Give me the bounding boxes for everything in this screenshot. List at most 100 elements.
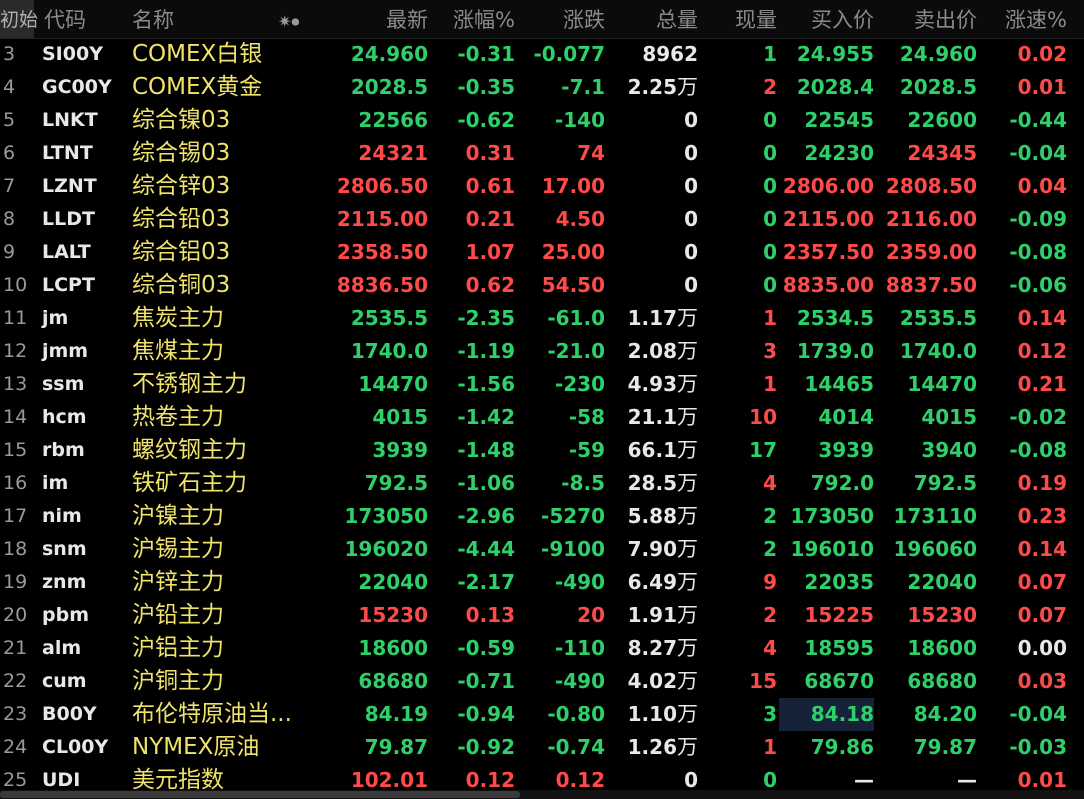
row-index: 24: [3, 736, 28, 758]
row-index: 12: [3, 340, 28, 362]
row-index: 19: [3, 571, 28, 593]
table-row[interactable]: 15 rbm 螺纹钢主力 3939 -1.48 -59 66.1万 17 3939 3940 -0.…: [0, 434, 1084, 467]
table-row[interactable]: 18 snm 沪锡主力 196020 -4.44 -9100 7.90万 2 196010 196…: [0, 533, 1084, 566]
header-vol[interactable]: 总量: [608, 0, 698, 38]
total-volume: 0: [608, 137, 698, 170]
volume-unit: 万: [677, 735, 698, 759]
header-chg[interactable]: 涨跌: [518, 0, 605, 38]
table-row[interactable]: 13 ssm 不锈钢主力 14470 -1.56 -230 4.93万 1 14465 14470…: [0, 368, 1084, 401]
header-spd[interactable]: 涨速%: [979, 0, 1067, 38]
header-pct[interactable]: 涨幅%: [430, 0, 515, 38]
change-value: -140: [554, 108, 605, 132]
change-value: -61.0: [547, 306, 605, 330]
symbol-code: snm: [42, 538, 87, 560]
change-speed: -0.09: [1009, 207, 1067, 231]
last-price: 22040: [358, 570, 428, 594]
ask-price: 2028.5: [899, 75, 977, 99]
table-row[interactable]: 6 LTNT 综合锡03 24321 0.31 74 0 0 24230 24345 -0.04: [0, 137, 1084, 170]
symbol-name: COMEX黄金: [132, 74, 263, 100]
bid-price: 4014: [818, 405, 874, 429]
symbol-name: 综合铜03: [132, 272, 231, 298]
table-row[interactable]: 8 LLDT 综合铅03 2115.00 0.21 4.50 0 0 2115.00 2116.0…: [0, 203, 1084, 236]
table-row[interactable]: 9 LALT 综合铝03 2358.50 1.07 25.00 0 0 2357.50 2359.…: [0, 236, 1084, 269]
table-row[interactable]: 3 SI00Y COMEX白银 24.960 -0.31 -0.077 8962 1 24.95…: [0, 38, 1084, 71]
symbol-name: 沪锡主力: [132, 536, 224, 562]
table-row[interactable]: 11 jm 焦炭主力 2535.5 -2.35 -61.0 1.17万 1 2534.5 2535…: [0, 302, 1084, 335]
header-code[interactable]: 代码: [44, 0, 124, 38]
symbol-code: alm: [42, 637, 82, 659]
total-volume: 21.1万: [608, 401, 698, 434]
header-name[interactable]: 名称: [132, 0, 212, 38]
change-speed: 0.14: [1017, 537, 1067, 561]
symbol-code: ssm: [42, 373, 85, 395]
horizontal-scrollbar[interactable]: [0, 790, 1084, 799]
change-speed: 0.00: [1017, 636, 1067, 660]
change-value: 25.00: [541, 240, 605, 264]
table-row[interactable]: 14 hcm 热卷主力 4015 -1.42 -58 21.1万 10 4014 4015 -0.0…: [0, 401, 1084, 434]
column-settings-icon[interactable]: ✷⏺: [278, 0, 318, 38]
current-volume: 1: [763, 42, 777, 66]
change-speed: -0.08: [1009, 240, 1067, 264]
row-index: 14: [3, 406, 28, 428]
header-init[interactable]: 初始: [0, 0, 38, 38]
symbol-name: 沪镍主力: [132, 503, 224, 529]
change-speed: 0.07: [1017, 570, 1067, 594]
table-row[interactable]: 24 CL00Y NYMEX原油 79.87 -0.92 -0.74 1.26万 1 79.86…: [0, 731, 1084, 764]
symbol-name: 沪铅主力: [132, 602, 224, 628]
header-ask[interactable]: 卖出价: [876, 0, 977, 38]
volume-number: 1.10: [627, 702, 677, 726]
volume-number: 0: [684, 108, 698, 132]
scrollbar-thumb[interactable]: [0, 791, 520, 798]
table-row[interactable]: 5 LNKT 综合镍03 22566 -0.62 -140 0 0 22545 22600 -0.4…: [0, 104, 1084, 137]
header-cur[interactable]: 现量: [700, 0, 777, 38]
table-row[interactable]: 19 znm 沪锌主力 22040 -2.17 -490 6.49万 9 22035 22040 0…: [0, 566, 1084, 599]
change-percent: -0.71: [457, 669, 515, 693]
bid-price: 2806.00: [782, 174, 874, 198]
last-price: 173050: [344, 504, 429, 528]
table-row[interactable]: 7 LZNT 综合锌03 2806.50 0.61 17.00 0 0 2806.00 2808.…: [0, 170, 1084, 203]
volume-number: 1.26: [627, 735, 677, 759]
symbol-code: LCPT: [42, 274, 95, 296]
table-row[interactable]: 16 im 铁矿石主力 792.5 -1.06 -8.5 28.5万 4 792.0 792.5 0…: [0, 467, 1084, 500]
last-price: 2028.5: [350, 75, 428, 99]
total-volume: 4.02万: [608, 665, 698, 698]
bid-price: 2028.4: [796, 75, 874, 99]
table-row[interactable]: 4 GC00Y COMEX黄金 2028.5 -0.35 -7.1 2.25万 2 2028.4…: [0, 71, 1084, 104]
ask-price: 68680: [907, 669, 977, 693]
header-bid[interactable]: 买入价: [779, 0, 874, 38]
change-speed: 0.02: [1017, 42, 1067, 66]
change-value: -0.077: [533, 42, 605, 66]
ask-price: 2808.50: [885, 174, 977, 198]
current-volume: 2: [763, 504, 777, 528]
change-value: -0.74: [547, 735, 605, 759]
change-speed: -0.04: [1009, 141, 1067, 165]
table-row[interactable]: 17 nim 沪镍主力 173050 -2.96 -5270 5.88万 2 173050 173…: [0, 500, 1084, 533]
table-row[interactable]: 22 cum 沪铜主力 68680 -0.71 -490 4.02万 15 68670 68680…: [0, 665, 1084, 698]
table-row[interactable]: 21 alm 沪铝主力 18600 -0.59 -110 8.27万 4 18595 18600 0…: [0, 632, 1084, 665]
change-speed: 0.07: [1017, 603, 1067, 627]
total-volume: 1.10万: [608, 698, 698, 731]
change-value: 4.50: [555, 207, 605, 231]
volume-unit: 万: [677, 603, 698, 627]
bid-price: 3939: [818, 438, 874, 462]
ask-price: 15230: [907, 603, 977, 627]
change-percent: 0.62: [465, 273, 515, 297]
table-row[interactable]: 23 B00Y 布伦特原油当... 84.19 -0.94 -0.80 1.10万 3 84.1…: [0, 698, 1084, 731]
table-row[interactable]: 20 pbm 沪铅主力 15230 0.13 20 1.91万 2 15225 15230 0.07: [0, 599, 1084, 632]
ask-price: 18600: [907, 636, 977, 660]
header-last[interactable]: 最新: [330, 0, 428, 38]
change-percent: -0.94: [457, 702, 515, 726]
bid-price: 79.86: [810, 735, 874, 759]
ask-price: 14470: [907, 372, 977, 396]
volume-unit: 万: [677, 405, 698, 429]
volume-unit: 万: [677, 438, 698, 462]
table-row[interactable]: 10 LCPT 综合铜03 8836.50 0.62 54.50 0 0 8835.00 8837…: [0, 269, 1084, 302]
total-volume: 7.90万: [608, 533, 698, 566]
last-price: 84.19: [364, 702, 428, 726]
last-price: 3939: [372, 438, 428, 462]
table-header: 初始 代码 名称 ✷⏺ 最新 涨幅% 涨跌 总量 现量 买入价 卖出价 涨速%: [0, 0, 1084, 39]
row-index: 22: [3, 670, 28, 692]
row-index: 20: [3, 604, 28, 626]
table-row[interactable]: 12 jmm 焦煤主力 1740.0 -1.19 -21.0 2.08万 3 1739.0 174…: [0, 335, 1084, 368]
volume-unit: 万: [677, 669, 698, 693]
